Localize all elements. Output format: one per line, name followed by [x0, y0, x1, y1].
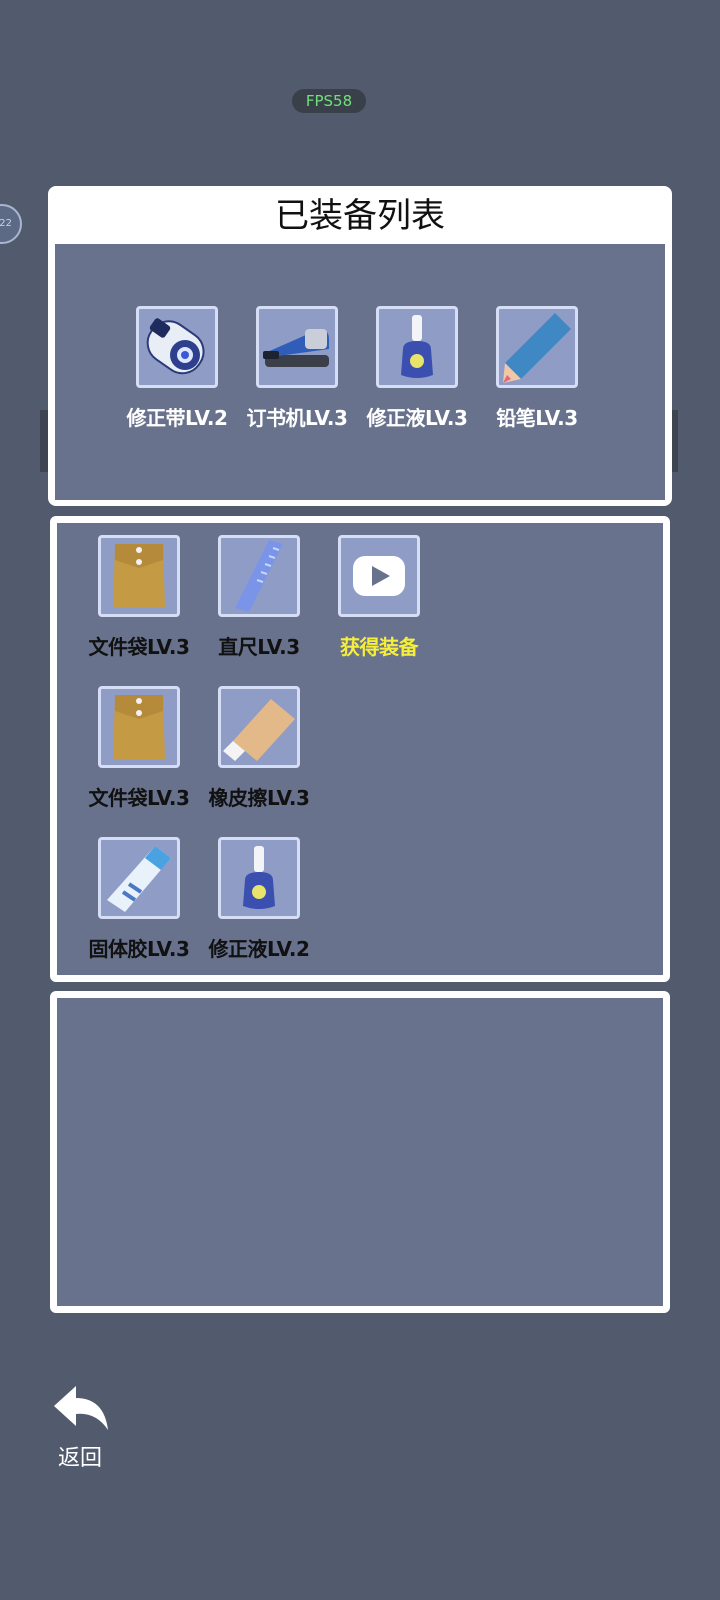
- item-label: 文件袋LV.3: [88, 786, 190, 810]
- item-frame[interactable]: [338, 535, 420, 617]
- inventory-slot[interactable]: 橡皮擦LV.3: [199, 686, 319, 811]
- item-frame[interactable]: [218, 535, 300, 617]
- ruler-icon: [235, 540, 283, 612]
- item-label: 固体胶LV.3: [88, 937, 190, 961]
- envelope-bag-icon: [113, 544, 165, 608]
- get-equipment-slot[interactable]: 获得装备: [319, 535, 439, 660]
- equipped-panel: 已装备列表 修正带LV.2 订书机LV.3 修正液LV.3 铅笔LV.3: [48, 186, 672, 506]
- item-label: 直尺LV.3: [218, 635, 300, 659]
- inventory-slot[interactable]: 文件袋LV.3: [79, 535, 199, 660]
- item-frame[interactable]: [98, 686, 180, 768]
- correction-tape-icon: [146, 318, 205, 375]
- item-frame[interactable]: [376, 306, 458, 388]
- item-frame[interactable]: [98, 535, 180, 617]
- equipped-slot-stapler[interactable]: 订书机LV.3: [237, 306, 357, 431]
- get-equipment-label[interactable]: 获得装备: [319, 631, 439, 660]
- back-label: 返回: [57, 1446, 102, 1471]
- inventory-slot[interactable]: 固体胶LV.3: [79, 837, 199, 962]
- item-label: 橡皮擦LV.3: [208, 786, 310, 810]
- back-button[interactable]: 返回: [46, 1384, 114, 1472]
- equipped-slot-correction-tape[interactable]: 修正带LV.2: [117, 306, 237, 431]
- item-frame[interactable]: [218, 686, 300, 768]
- stapler-icon: [263, 329, 329, 367]
- correction-fluid-icon: [401, 315, 433, 378]
- equipped-title: 已装备列表: [275, 196, 445, 236]
- fps-counter: FPS58: [292, 89, 366, 113]
- item-label: 订书机LV.3: [246, 406, 348, 430]
- item-frame[interactable]: [218, 837, 300, 919]
- back-arrow-icon: [54, 1386, 108, 1430]
- envelope-bag-icon: [113, 695, 165, 759]
- equipped-slot-correction-fluid[interactable]: 修正液LV.3: [357, 306, 477, 431]
- item-frame[interactable]: [136, 306, 218, 388]
- item-frame[interactable]: [98, 837, 180, 919]
- inventory-slot[interactable]: 直尺LV.3: [199, 535, 319, 660]
- item-label: 铅笔LV.3: [496, 406, 578, 430]
- pencil-icon: [503, 313, 571, 383]
- side-level-badge[interactable]: 22: [0, 204, 22, 244]
- video-play-icon: [353, 556, 405, 596]
- item-label: 修正液LV.2: [208, 937, 310, 961]
- item-label: 修正带LV.2: [126, 406, 228, 430]
- inventory-panel: 文件袋LV.3 直尺LV.3 获得装备 文件袋LV.3 橡皮擦LV.3 固体胶L…: [50, 516, 670, 982]
- inventory-slot[interactable]: 修正液LV.2: [199, 837, 319, 962]
- correction-fluid-icon: [243, 846, 275, 909]
- item-label: 修正液LV.3: [366, 406, 468, 430]
- item-detail-panel: [50, 991, 670, 1313]
- eraser-icon: [223, 699, 295, 761]
- item-label: 文件袋LV.3: [88, 635, 190, 659]
- item-frame[interactable]: [256, 306, 338, 388]
- equipped-slot-pencil[interactable]: 铅笔LV.3: [477, 306, 597, 431]
- inventory-slot[interactable]: 文件袋LV.3: [79, 686, 199, 811]
- item-frame[interactable]: [496, 306, 578, 388]
- equipped-grid: 修正带LV.2 订书机LV.3 修正液LV.3 铅笔LV.3: [55, 244, 665, 500]
- glue-stick-icon: [107, 846, 171, 912]
